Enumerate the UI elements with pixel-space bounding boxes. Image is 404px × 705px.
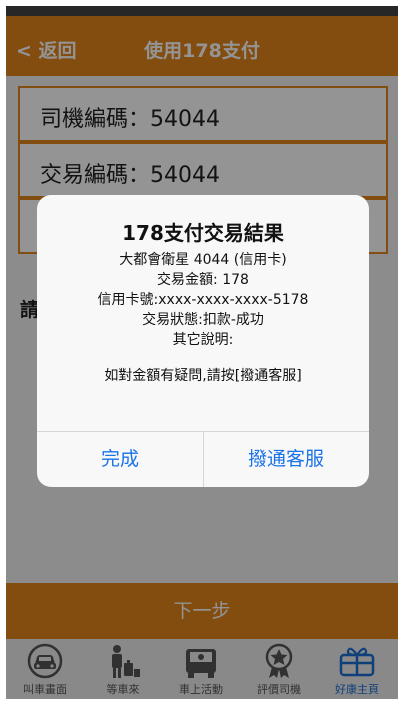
call-service-button[interactable]: 撥通客服 <box>203 432 369 487</box>
dialog-line-card-number: 信用卡號:xxxx-xxxx-xxxx-5178 <box>97 292 309 308</box>
dialog-line-status: 交易狀態:扣款-成功 <box>142 312 264 328</box>
dialog-line-merchant: 大都會衛星 4044 (信用卡) <box>119 252 287 268</box>
phone-screen: < 返回 使用178支付 司機編碼：54044 交易編碼：54044 請 下一步… <box>6 6 398 699</box>
dialog-line-notes: 其它說明: <box>172 332 234 348</box>
done-button[interactable]: 完成 <box>37 432 203 487</box>
dialog-title: 178支付交易結果 <box>122 221 284 245</box>
dialog-line-contact-hint: 如對金額有疑問,請按[撥通客服] <box>104 368 302 384</box>
payment-result-dialog: 178支付交易結果 大都會衛星 4044 (信用卡) 交易金額: 178 信用卡… <box>37 195 369 487</box>
dialog-line-amount: 交易金額: 178 <box>157 272 249 288</box>
